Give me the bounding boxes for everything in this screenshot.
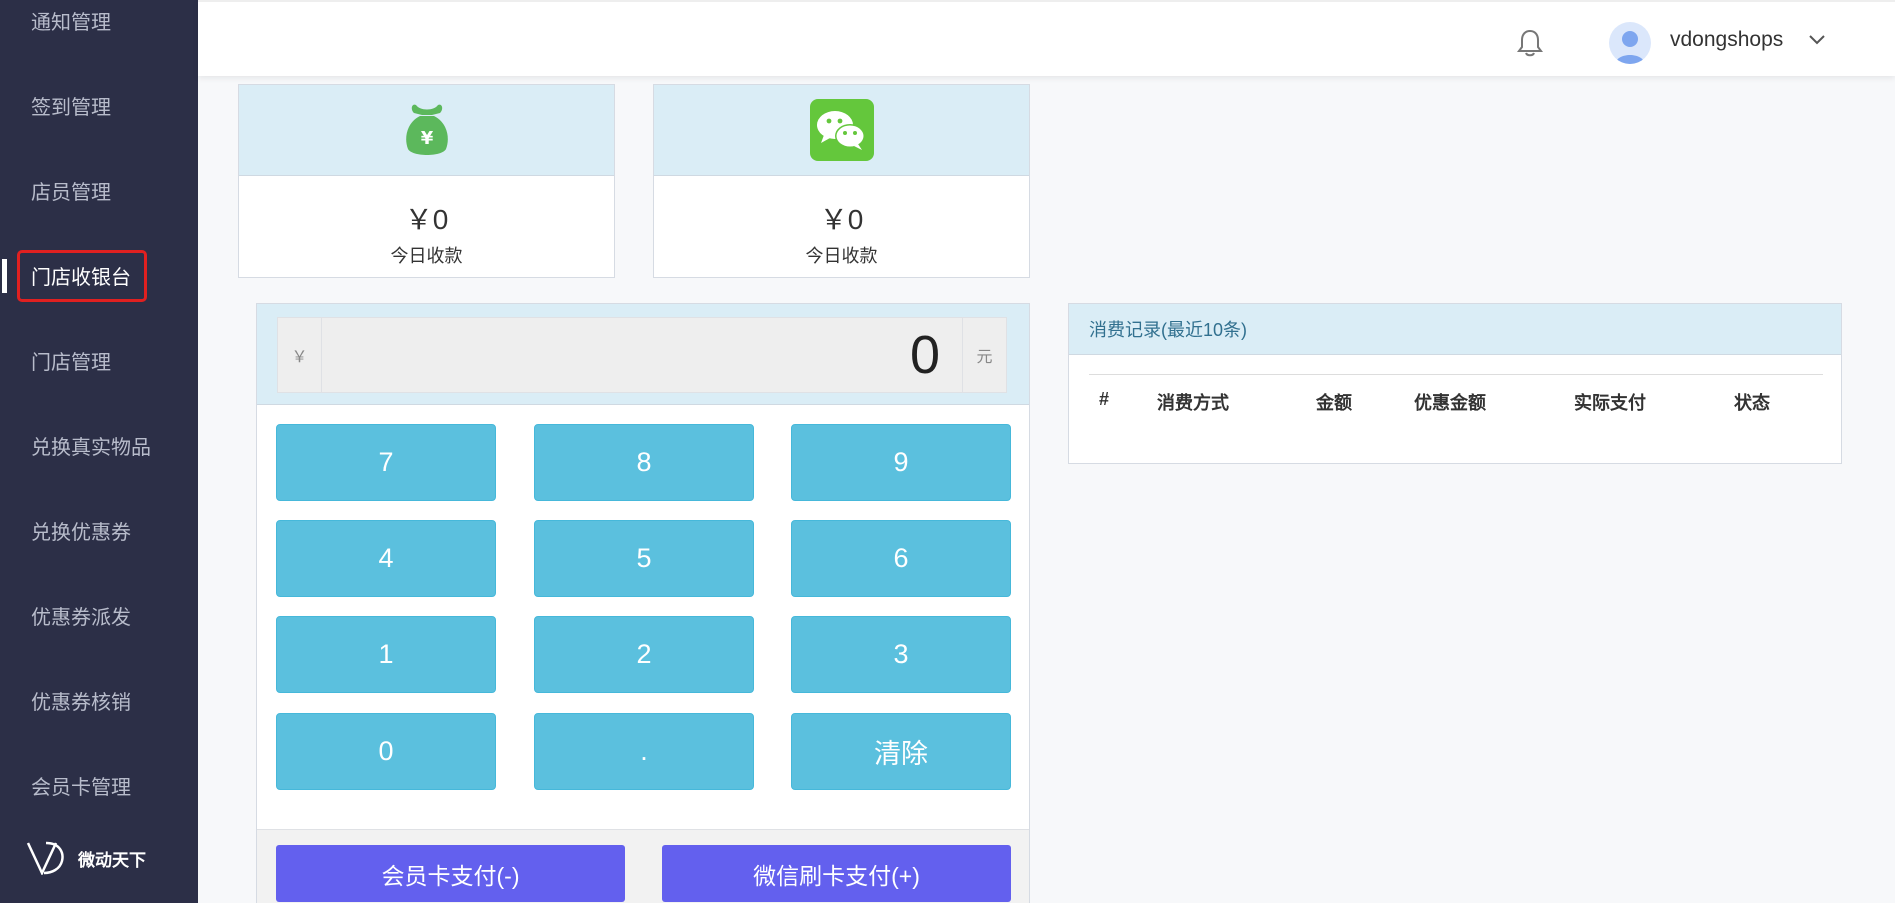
key-3[interactable]: 3 (791, 616, 1011, 693)
money-bag-icon: ¥ (405, 104, 448, 155)
stat-card-cash: ¥ ￥0 今日收款 (238, 84, 615, 278)
top-header: vdongshops (198, 0, 1895, 76)
column-header: 消费方式 (1157, 393, 1229, 413)
stat-card-header: ¥ (239, 85, 614, 176)
column-header: 优惠金额 (1414, 393, 1486, 413)
cashier-calculator: ￥ 0 元 7 8 9 4 5 6 1 2 3 0 . 清除 会员卡支付(-) … (256, 303, 1030, 903)
records-title: 消费记录(最近10条) (1069, 304, 1841, 355)
brand-name: 微动天下 (78, 850, 146, 870)
sidebar-item-checkin[interactable]: 签到管理 (0, 75, 198, 135)
payment-bar: 会员卡支付(-) 微信刷卡支付(+) (257, 829, 1029, 903)
key-9[interactable]: 9 (791, 424, 1011, 501)
sidebar-item-label: 通知管理 (31, 11, 111, 34)
stat-card-header (654, 85, 1029, 176)
sidebar-item-label: 门店收银台 (31, 266, 131, 289)
svg-text:¥: ¥ (420, 128, 433, 149)
amount-display-area: ￥ 0 元 (257, 304, 1029, 405)
key-4[interactable]: 4 (276, 520, 496, 597)
currency-suffix: 元 (962, 318, 1006, 392)
brand-logo-icon (26, 841, 64, 875)
active-indicator (2, 259, 7, 293)
sidebar-item-coupon-verify[interactable]: 优惠券核销 (0, 670, 198, 730)
key-decimal[interactable]: . (534, 713, 754, 790)
wechat-pay-button[interactable]: 微信刷卡支付(+) (662, 845, 1011, 902)
sidebar-item-label: 优惠券派发 (31, 606, 131, 629)
avatar[interactable] (1609, 22, 1651, 64)
column-header: 金额 (1316, 393, 1352, 413)
chevron-down-icon[interactable] (1808, 34, 1826, 46)
stat-label: 今日收款 (390, 246, 463, 266)
sidebar-item-label: 优惠券核销 (31, 691, 131, 714)
sidebar: 通知管理 签到管理 店员管理 门店收银台 门店管理 兑换真实物品 兑换优惠券 优… (0, 0, 198, 903)
consumption-records-panel: 消费记录(最近10条) # 消费方式 金额 优惠金额 实际支付 状态 (1068, 303, 1842, 464)
bell-icon[interactable] (1516, 28, 1544, 58)
column-header: # (1099, 389, 1110, 409)
wechat-icon (809, 99, 874, 161)
key-8[interactable]: 8 (534, 424, 754, 501)
sidebar-item-notices[interactable]: 通知管理 (0, 0, 198, 50)
sidebar-item-label: 店员管理 (31, 181, 111, 204)
stat-label: 今日收款 (805, 246, 878, 266)
sidebar-item-redeem-goods[interactable]: 兑换真实物品 (0, 415, 198, 475)
column-header: 实际支付 (1574, 393, 1646, 413)
stat-amount: ￥0 (404, 204, 449, 235)
sidebar-item-label: 签到管理 (31, 96, 111, 119)
amount-value: 0 (909, 325, 940, 385)
amount-input[interactable]: ￥ 0 元 (277, 317, 1007, 393)
username[interactable]: vdongshops (1670, 28, 1783, 52)
sidebar-item-redeem-coupons[interactable]: 兑换优惠券 (0, 500, 198, 560)
brand: 微动天下 (26, 841, 146, 875)
key-1[interactable]: 1 (276, 616, 496, 693)
sidebar-item-cashier[interactable]: 门店收银台 (0, 245, 198, 305)
key-2[interactable]: 2 (534, 616, 754, 693)
column-header: 状态 (1734, 393, 1770, 413)
clear-button[interactable]: 清除 (791, 713, 1011, 790)
sidebar-item-label: 会员卡管理 (31, 776, 131, 799)
records-table: # 消费方式 金额 优惠金额 实际支付 状态 (1089, 374, 1823, 413)
sidebar-item-coupon-dispatch[interactable]: 优惠券派发 (0, 585, 198, 645)
stat-amount: ￥0 (819, 204, 864, 235)
key-6[interactable]: 6 (791, 520, 1011, 597)
sidebar-item-member-cards[interactable]: 会员卡管理 (0, 755, 198, 815)
sidebar-item-stores[interactable]: 门店管理 (0, 330, 198, 390)
key-5[interactable]: 5 (534, 520, 754, 597)
stat-card-wechat: ￥0 今日收款 (653, 84, 1030, 278)
member-card-pay-button[interactable]: 会员卡支付(-) (276, 845, 625, 902)
key-7[interactable]: 7 (276, 424, 496, 501)
sidebar-item-staff[interactable]: 店员管理 (0, 160, 198, 220)
sidebar-item-label: 兑换真实物品 (31, 436, 151, 459)
key-0[interactable]: 0 (276, 713, 496, 790)
sidebar-item-label: 兑换优惠券 (31, 521, 131, 544)
currency-prefix: ￥ (278, 318, 322, 392)
sidebar-item-label: 门店管理 (31, 351, 111, 374)
